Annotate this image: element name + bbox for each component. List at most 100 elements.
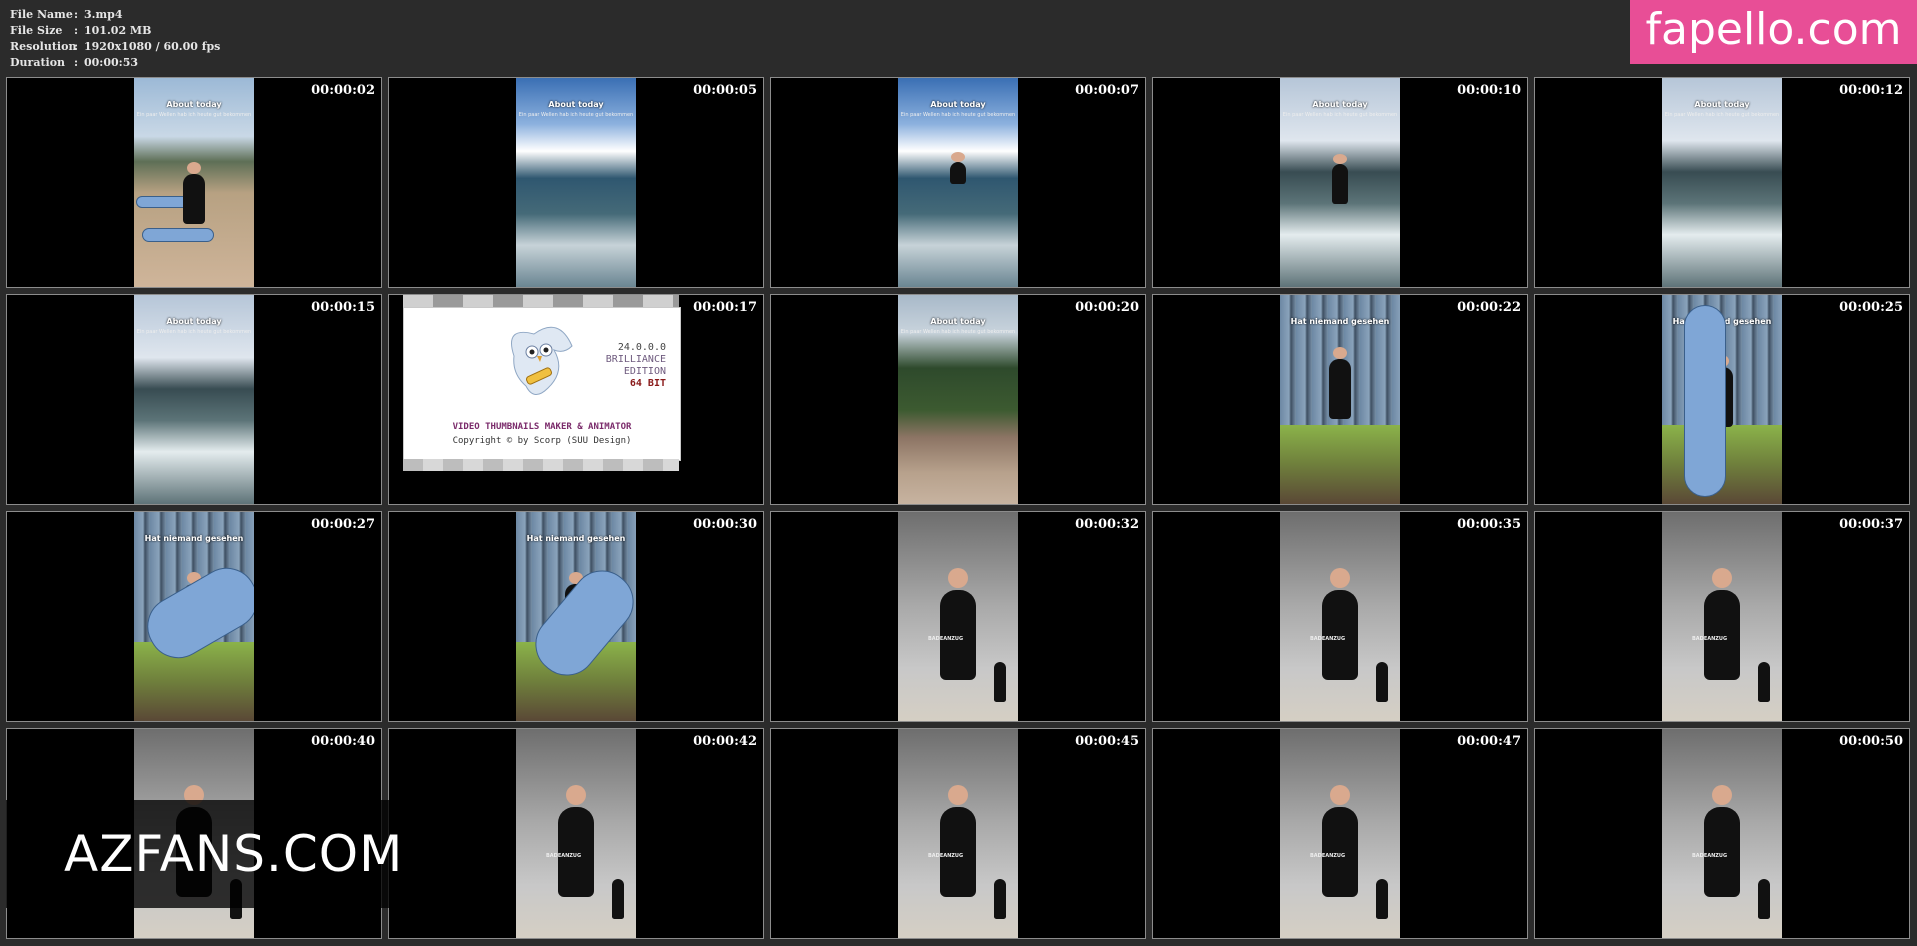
file-info-key: Duration — [10, 56, 66, 69]
video-frame: BADEANZUG — [1662, 729, 1782, 938]
splash-edition-1: BRILLIANCE — [605, 354, 666, 365]
person-body — [1704, 590, 1740, 680]
file-info-panel: File Name:3.mp4 File Size:101.02 MB Resolu… — [10, 7, 220, 71]
timestamp: 00:00:07 — [1075, 83, 1139, 98]
video-frame: BADEANZUG — [516, 729, 636, 938]
mirror-figure — [1758, 662, 1770, 702]
thumbnail-cell: About today Ein paar Wellen hab ich heute… — [1534, 77, 1910, 288]
story-caption: BADEANZUG — [1310, 853, 1346, 859]
thumbnail-cell: Hat niemand gesehen 00:00:30 — [388, 511, 764, 722]
story-title: About today — [548, 100, 604, 109]
thumbnail-cell: About today Ein paar Wellen hab ich heute… — [6, 77, 382, 288]
watermark-bottom-left: AZFANS.COM — [64, 825, 404, 883]
story-title: About today — [1694, 100, 1750, 109]
splash-bits: 64 BIT — [629, 378, 666, 389]
video-frame: About today Ein paar Wellen hab ich heute… — [134, 78, 254, 287]
splash-screen: 24.0.0.0 BRILLIANCE EDITION 64 BIT VIDEO THU… — [403, 307, 681, 461]
story-title: About today — [1312, 100, 1368, 109]
file-info-separator: : — [74, 56, 79, 69]
file-info-value: 101.02 MB — [84, 24, 152, 37]
thumbnail-cell: Hat niemand gesehen 00:00:22 — [1152, 294, 1528, 505]
video-frame: About today Ein paar Wellen hab ich heute… — [898, 295, 1018, 504]
timestamp: 00:00:32 — [1075, 517, 1139, 532]
thumbnail-cell: Hat niemand gesehen 00:00:25 — [1534, 294, 1910, 505]
thumbnail-cell: Hat niemand gesehen 00:00:27 — [6, 511, 382, 722]
person-head — [1333, 347, 1347, 359]
video-frame: Hat niemand gesehen — [134, 512, 254, 721]
thumbnail-cell: About today Ein paar Wellen hab ich heute… — [1152, 77, 1528, 288]
thumbnail-cell: BADEANZUG 00:00:32 — [770, 511, 1146, 722]
file-info-separator: : — [74, 40, 79, 53]
timestamp: 00:00:50 — [1839, 734, 1903, 749]
timestamp: 00:00:05 — [693, 83, 757, 98]
file-info-separator: : — [74, 24, 79, 37]
story-caption: BADEANZUG — [928, 853, 964, 859]
person-head — [187, 162, 201, 174]
video-frame: About today Ein paar Wellen hab ich heute… — [516, 78, 636, 287]
person-body — [950, 162, 966, 184]
surfboard — [1684, 305, 1726, 497]
thumbnail-cell: BADEANZUG 00:00:35 — [1152, 511, 1528, 722]
splash-product-name: VIDEO THUMBNAILS MAKER & ANIMATOR — [452, 422, 632, 432]
mirror-figure — [612, 879, 624, 919]
splash-edition-2: EDITION — [623, 366, 666, 377]
person-head — [948, 785, 968, 805]
file-info-key: File Size — [10, 24, 63, 37]
file-info-row: Resolution:1920x1080 / 60.00 fps — [10, 39, 220, 55]
timestamp: 00:00:17 — [693, 300, 757, 315]
person-head — [948, 568, 968, 588]
story-title: About today — [166, 317, 222, 326]
timestamp: 00:00:37 — [1839, 517, 1903, 532]
video-frame: About today Ein paar Wellen hab ich heute… — [1280, 78, 1400, 287]
timestamp: 00:00:45 — [1075, 734, 1139, 749]
contact-sheet: File Name:3.mp4 File Size:101.02 MB Resolu… — [0, 0, 1917, 946]
mirror-figure — [994, 879, 1006, 919]
thumbnail-cell: About today Ein paar Wellen hab ich heute… — [388, 77, 764, 288]
timestamp: 00:00:02 — [311, 83, 375, 98]
video-frame: Hat niemand gesehen — [516, 512, 636, 721]
timestamp: 00:00:20 — [1075, 300, 1139, 315]
person-body — [1329, 359, 1351, 419]
file-info-row: Duration:00:00:53 — [10, 55, 220, 71]
video-frame: About today Ein paar Wellen hab ich heute… — [1662, 78, 1782, 287]
file-info-row: File Name:3.mp4 — [10, 7, 220, 23]
story-title: About today — [930, 317, 986, 326]
video-frame: BADEANZUG — [1662, 512, 1782, 721]
person-head — [951, 152, 965, 162]
file-info-value: 1920x1080 / 60.00 fps — [84, 40, 221, 53]
timestamp: 00:00:12 — [1839, 83, 1903, 98]
person-body — [183, 174, 205, 224]
thumbnail-cell: BADEANZUG 00:00:45 — [770, 728, 1146, 939]
file-info-value: 00:00:53 — [84, 56, 139, 69]
timestamp: 00:00:47 — [1457, 734, 1521, 749]
thumbnail-cell: BADEANZUG 00:00:50 — [1534, 728, 1910, 939]
file-info-value: 3.mp4 — [84, 8, 123, 21]
story-caption: Ein paar Wellen hab ich heute gut bekomm… — [900, 329, 1016, 335]
watermark-top-right: fapello.com — [1630, 0, 1917, 64]
video-frame: About today Ein paar Wellen hab ich heute… — [134, 295, 254, 504]
story-caption: BADEANZUG — [1310, 636, 1346, 642]
video-frame: BADEANZUG — [898, 512, 1018, 721]
timestamp: 00:00:27 — [311, 517, 375, 532]
story-title: About today — [166, 100, 222, 109]
thumbnail-cell: BADEANZUG 00:00:42 — [388, 728, 764, 939]
file-info-row: File Size:101.02 MB — [10, 23, 220, 39]
video-frame: BADEANZUG — [898, 729, 1018, 938]
thumbnail-cell: About today Ein paar Wellen hab ich heute… — [6, 294, 382, 505]
splash-top-strip — [403, 295, 679, 307]
file-info-separator: : — [74, 8, 79, 21]
video-frame: Hat niemand gesehen — [1280, 295, 1400, 504]
person-body — [940, 807, 976, 897]
mirror-figure — [1376, 879, 1388, 919]
story-caption: BADEANZUG — [546, 853, 582, 859]
person-body — [1322, 590, 1358, 680]
timestamp: 00:00:22 — [1457, 300, 1521, 315]
story-caption: BADEANZUG — [1692, 636, 1728, 642]
thumbnail-cell: 24.0.0.0 BRILLIANCE EDITION 64 BIT VIDEO THU… — [388, 294, 764, 505]
splash-bottom-strip — [403, 459, 679, 471]
faint-logo — [1528, 18, 1628, 58]
story-title: Hat niemand gesehen — [1290, 317, 1390, 326]
splash-version-block: 24.0.0.0 BRILLIANCE EDITION 64 BIT — [606, 342, 666, 390]
mirror-figure — [994, 662, 1006, 702]
timestamp: 00:00:35 — [1457, 517, 1521, 532]
